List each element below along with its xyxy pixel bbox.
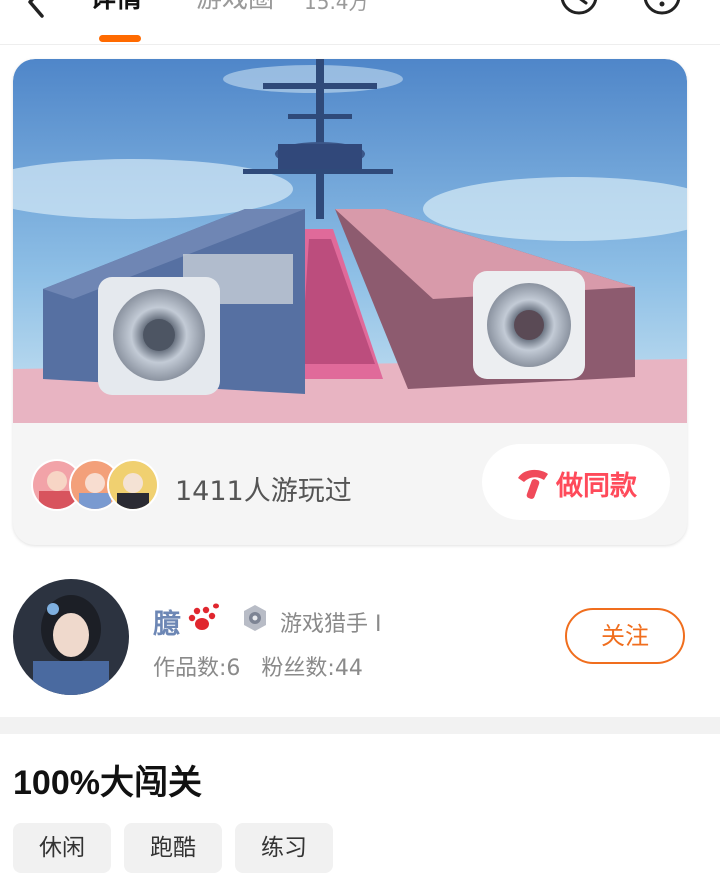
avatar — [107, 459, 159, 511]
tab-details[interactable]: 详情 — [90, 0, 142, 15]
creator-stats: 作品数:6 粉丝数:44 — [153, 650, 363, 682]
follow-button[interactable]: 关注 — [565, 608, 685, 664]
player-avatars — [31, 459, 171, 511]
creator-name[interactable]: 臆 — [153, 602, 180, 641]
hunter-badge-icon — [244, 605, 266, 631]
game-card[interactable]: 1411人游玩过 做同款 — [13, 59, 687, 545]
fans-count: 粉丝数:44 — [261, 656, 363, 681]
more-icon[interactable] — [642, 0, 682, 16]
tag-parkour[interactable]: 跑酷 — [124, 823, 222, 873]
top-nav-bar: 详情 游戏圈 15.4万 — [0, 0, 720, 45]
game-circle-count: 15.4万 — [304, 0, 369, 14]
tag-practice[interactable]: 练习 — [235, 823, 333, 873]
creator-avatar[interactable] — [13, 579, 129, 695]
clock-icon[interactable] — [559, 0, 599, 16]
back-icon[interactable] — [22, 0, 54, 18]
game-preview-image[interactable] — [13, 59, 687, 423]
tag-casual[interactable]: 休闲 — [13, 823, 111, 873]
hammer-icon — [518, 469, 548, 499]
section-divider — [0, 717, 720, 734]
tab-game-circle[interactable]: 游戏圈 — [196, 0, 274, 15]
make-same-button[interactable]: 做同款 — [482, 444, 670, 520]
game-title: 100%大闯关 — [13, 764, 202, 802]
paw-icon — [188, 603, 219, 630]
make-same-label: 做同款 — [556, 471, 637, 502]
works-count: 作品数:6 — [153, 656, 241, 681]
played-count: 1411人游玩过 — [175, 476, 352, 507]
active-tab-indicator — [99, 35, 141, 42]
creator-title: 游戏猎手 I — [280, 612, 382, 637]
